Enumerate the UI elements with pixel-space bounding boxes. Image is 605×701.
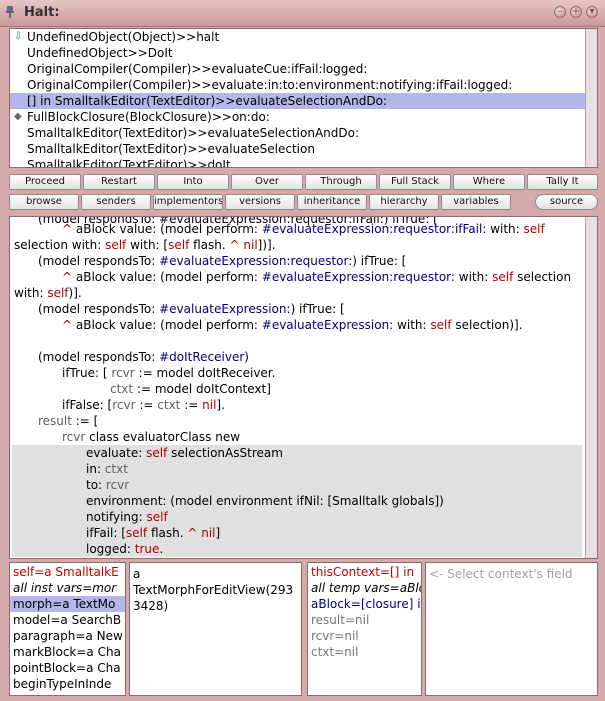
stack-item[interactable]: SmalltalkEditor(TextEditor)>>evaluateSel… [10,125,585,141]
stack-item[interactable]: OriginalCompiler(Compiler)>>evaluate:in:… [10,77,585,93]
stack-item[interactable]: UndefinedObject>>DoIt [10,45,585,61]
hierarchy-button[interactable]: hierarchy [369,194,439,210]
browse-button[interactable]: browse [9,194,79,210]
where-button[interactable]: Where [453,174,525,190]
collapse-icon[interactable]: – [554,6,566,18]
stack-item[interactable]: ◆ FullBlockClosure(BlockClosure)>>on:do: [10,109,585,125]
receiver-value-pane[interactable]: a TextMorphForEditView(293 3428) [129,562,302,696]
list-item[interactable]: markBlock=a Cha [13,644,121,660]
stack-item[interactable]: SmalltalkEditor(TextEditor)>>doIt [10,157,585,167]
list-item[interactable]: aBlock=[closure] i [311,596,421,612]
list-item[interactable]: thisContext=[] in [311,564,414,580]
code-scrollbar[interactable] [585,217,597,558]
debugger-window: Halt: – + ▾ ⇩ UndefinedObject(Object)>>h… [0,0,605,701]
stack-item-selected[interactable]: [] in SmalltalkEditor(TextEditor)>>evalu… [10,93,585,109]
tally-it-button[interactable]: Tally It [527,174,598,190]
pin-icon[interactable] [4,5,16,19]
list-item[interactable]: ctxt=nil [311,644,358,660]
list-item[interactable]: self=a SmalltalkE [13,564,119,580]
context-value-placeholder: <- Select context's field [429,567,573,581]
receiver-fields-list[interactable]: self=a SmalltalkE all inst vars=mor morp… [9,562,126,696]
list-item[interactable]: result=nil [311,612,369,628]
diamond-icon: ◆ [14,111,22,122]
proceed-button[interactable]: Proceed [9,174,81,190]
list-item[interactable]: rcvr=nil [311,628,359,644]
expand-icon[interactable]: + [570,6,582,18]
implementors-button[interactable]: implementors [153,194,223,210]
title-bar[interactable]: Halt: – + ▾ [0,0,605,27]
full-stack-button[interactable]: Full Stack [379,174,451,190]
stack-scrollbar[interactable] [585,29,597,167]
green-arrow-icon: ⇩ [14,31,23,42]
list-item[interactable]: all inst vars=mor [13,580,116,596]
list-item[interactable]: all temp vars=aBlo [311,580,421,596]
debug-toolbar: Proceed Restart Into Over Through Full S… [9,174,598,190]
senders-button[interactable]: senders [81,194,151,210]
stack-list[interactable]: ⇩ UndefinedObject(Object)>>halt Undefine… [9,28,598,168]
list-item[interactable]: beginTypeInInde [13,676,111,692]
code-pane[interactable]: (model respondsTo: #evaluateExpression:r… [9,216,598,559]
stack-item[interactable]: SmalltalkEditor(TextEditor)>>evaluateSel… [10,141,585,157]
source-button[interactable]: source [535,194,598,210]
stack-item[interactable]: OriginalCompiler(Compiler)>>evaluateCue:… [10,61,585,77]
window-title: Halt: [24,5,60,20]
stack-item[interactable]: ⇩ UndefinedObject(Object)>>halt [10,29,585,45]
inheritance-button[interactable]: inheritance [297,194,367,210]
versions-button[interactable]: versions [225,194,295,210]
menu-icon[interactable]: ▾ [586,6,598,18]
list-item[interactable]: model=a SearchB [13,612,121,628]
context-value-pane[interactable]: <- Select context's field [425,562,598,696]
list-item[interactable]: paragraph=a New [13,628,123,644]
restart-button[interactable]: Restart [83,174,155,190]
context-fields-list[interactable]: thisContext=[] in all temp vars=aBlo aBl… [307,562,422,696]
through-button[interactable]: Through [305,174,377,190]
browse-toolbar: browse senders implementors versions inh… [9,194,598,210]
list-item[interactable]: pointBlock=a Cha [13,660,121,676]
into-button[interactable]: Into [157,174,229,190]
over-button[interactable]: Over [231,174,303,190]
variables-button[interactable]: variables [441,194,511,210]
list-item-selected[interactable]: morph=a TextMo [10,596,125,612]
